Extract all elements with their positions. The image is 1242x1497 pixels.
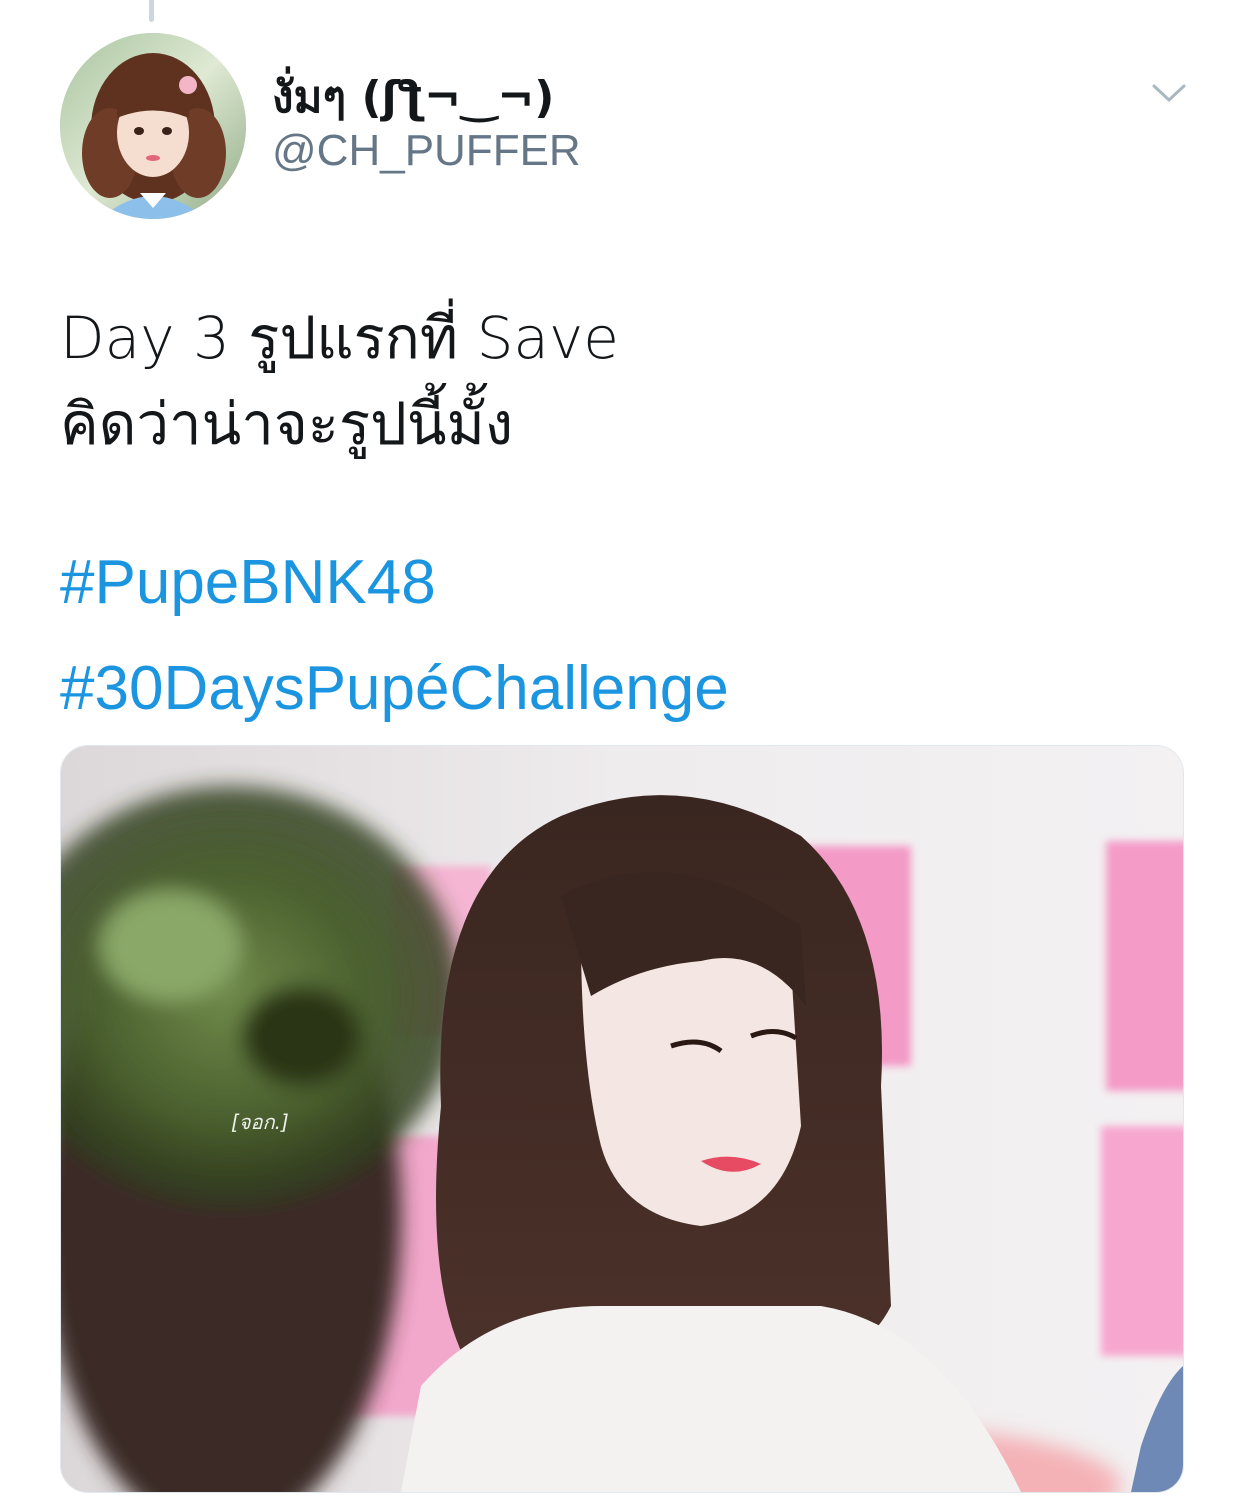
tweet-media-photo[interactable]: [จอก.] — [60, 745, 1184, 1493]
avatar-image — [60, 33, 246, 219]
hashtag-link[interactable]: #30DaysPupéChallenge — [60, 636, 729, 742]
photo-image — [61, 746, 1183, 1492]
hashtag-link[interactable]: #PupeBNK48 — [60, 530, 729, 636]
author-handle[interactable]: @CH_PUFFER — [272, 126, 581, 176]
author-display-name[interactable]: งั่มๆ (ʃƪ¬‿¬) — [272, 62, 554, 132]
hashtag-list: #PupeBNK48 #30DaysPupéChallenge — [60, 530, 729, 742]
tweet-text-line: คิดว่าน่าจะรูปนี้มั้ง — [60, 390, 514, 458]
author-avatar[interactable] — [60, 33, 246, 219]
chevron-down-icon — [1152, 84, 1186, 102]
photo-watermark: [จอก.] — [231, 1110, 289, 1134]
tweet-text-line: Day 3 รูปแรกที่ Save — [60, 304, 619, 372]
thread-connector-line — [149, 0, 154, 22]
tweet-menu-button[interactable] — [1150, 78, 1188, 108]
tweet-text: Day 3 รูปแรกที่ Save คิดว่าน่าจะรูปนี้มั… — [60, 295, 1180, 467]
